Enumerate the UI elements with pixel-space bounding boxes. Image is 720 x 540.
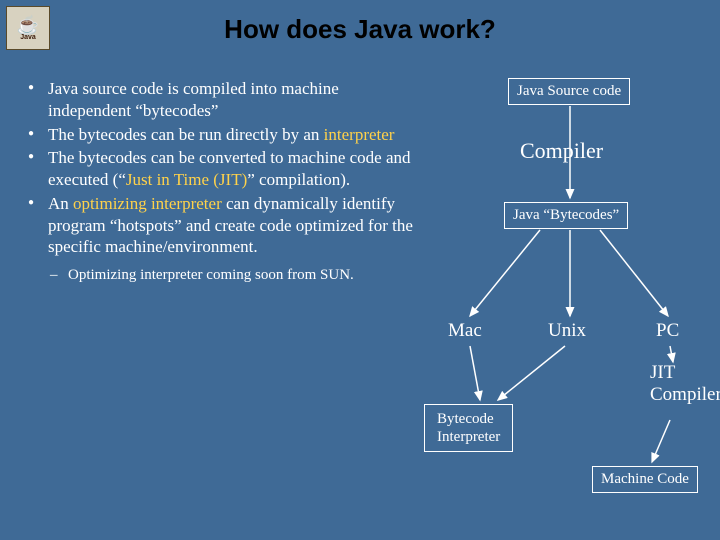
- highlight-text: Just in Time (JIT): [126, 170, 247, 189]
- bullet-text: ” compilation).: [247, 170, 350, 189]
- node-bytecodes: Java “Bytecodes”: [504, 202, 628, 229]
- highlight-text: optimizing interpreter: [73, 194, 222, 213]
- node-source: Java Source code: [508, 78, 630, 105]
- label-mac: Mac: [448, 320, 482, 342]
- list-item: The bytecodes can be run directly by an …: [20, 124, 420, 146]
- list-item: Java source code is compiled into machin…: [20, 78, 420, 122]
- flow-diagram: Java Source code Compiler Java “Bytecode…: [420, 70, 720, 530]
- list-item: The bytecodes can be converted to machin…: [20, 147, 420, 191]
- bullet-text: Java source code is compiled into machin…: [48, 79, 339, 120]
- label-compiler: Compiler: [520, 138, 603, 164]
- node-interpreter-line1: Bytecode: [437, 411, 494, 427]
- bullet-text: The bytecodes can be run directly by an: [48, 125, 324, 144]
- bullet-text: An: [48, 194, 73, 213]
- label-jit: JIT Compiler: [650, 362, 720, 406]
- node-machine-code: Machine Code: [592, 466, 698, 493]
- list-item: An optimizing interpreter can dynamicall…: [20, 193, 420, 258]
- sub-list-item: Optimizing interpreter coming soon from …: [20, 266, 420, 285]
- node-interpreter-line2: Interpreter: [437, 429, 500, 445]
- label-unix: Unix: [548, 320, 586, 342]
- slide-title: How does Java work?: [0, 14, 720, 45]
- node-interpreter: Bytecode Interpreter: [424, 404, 513, 452]
- highlight-text: interpreter: [324, 125, 395, 144]
- label-pc: PC: [656, 320, 679, 342]
- bullet-list: Java source code is compiled into machin…: [20, 78, 420, 285]
